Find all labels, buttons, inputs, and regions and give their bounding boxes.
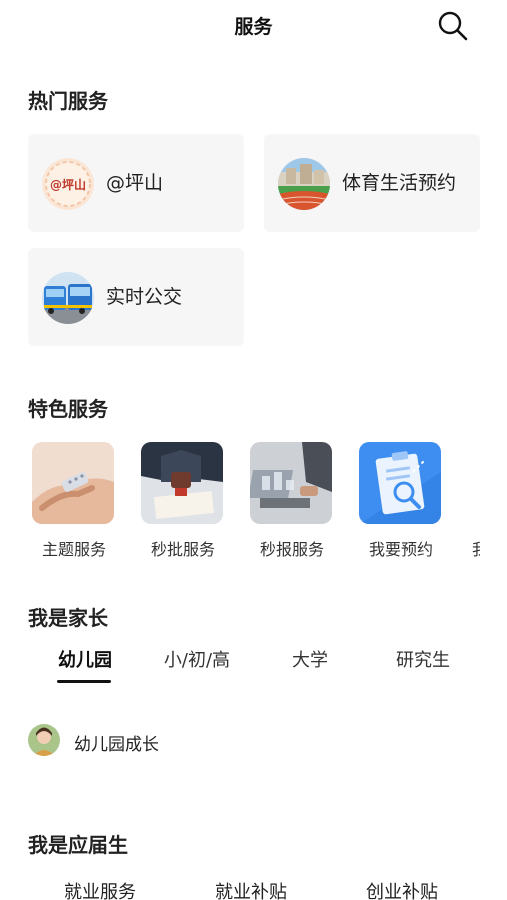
search-button[interactable] (436, 9, 470, 43)
feature-label: 我要预约 (368, 540, 433, 559)
feature-label: 秒批服务 (150, 540, 215, 559)
graduate-section-title: 我是应届生 (28, 833, 128, 857)
stadium-icon (278, 158, 330, 210)
pingshan-logo-icon: @坪山 (42, 158, 94, 210)
pingshan-logo-text: @坪山 (50, 177, 86, 192)
parent-section-title: 我是家长 (28, 606, 108, 630)
graduate-employment-subsidy[interactable]: 就业补贴 (215, 878, 287, 900)
tab-university[interactable]: 大学 (286, 646, 334, 672)
feature-label: 主题服务 (41, 540, 106, 559)
featured-services-title: 特色服务 (28, 397, 108, 421)
graduate-employment-services[interactable]: 就业服务 (64, 878, 136, 900)
clipboard-icon (359, 442, 441, 524)
hot-service-label: 体育生活预约 (342, 172, 457, 194)
top-bar: 服务 (0, 0, 507, 52)
tab-graduate-school[interactable]: 研究生 (390, 646, 456, 672)
graduate-startup-subsidy[interactable]: 创业补贴 (366, 878, 438, 900)
hot-service-realtime-bus[interactable]: 实时公交 (28, 248, 244, 346)
hot-services-title: 热门服务 (28, 89, 108, 113)
child-avatar-icon (28, 724, 60, 756)
hot-service-label: @坪山 (106, 172, 164, 194)
partial-icon (468, 442, 480, 524)
handshake-icon (32, 442, 114, 524)
laptop-icon (250, 442, 332, 524)
feature-label: 我 (472, 536, 480, 560)
kindergarten-growth-label: 幼儿园成长 (74, 735, 159, 755)
hot-service-sports-booking[interactable]: 体育生活预约 (264, 134, 480, 232)
featured-services-strip[interactable]: 主题服务 秒批服务 秒报服务 我要预约 (0, 436, 480, 566)
search-icon (438, 11, 468, 41)
feature-label: 秒报服务 (259, 540, 324, 559)
hot-service-label: 实时公交 (106, 286, 183, 308)
active-tab-indicator (57, 680, 111, 683)
tab-primary-middle-high[interactable]: 小/初/高 (152, 646, 242, 672)
bus-icon (42, 272, 94, 324)
hot-service-pingshan[interactable]: @坪山 @坪山 (28, 134, 244, 232)
page-title: 服务 (234, 16, 273, 38)
stamp-icon (141, 442, 223, 524)
tab-kindergarten[interactable]: 幼儿园 (57, 646, 113, 672)
